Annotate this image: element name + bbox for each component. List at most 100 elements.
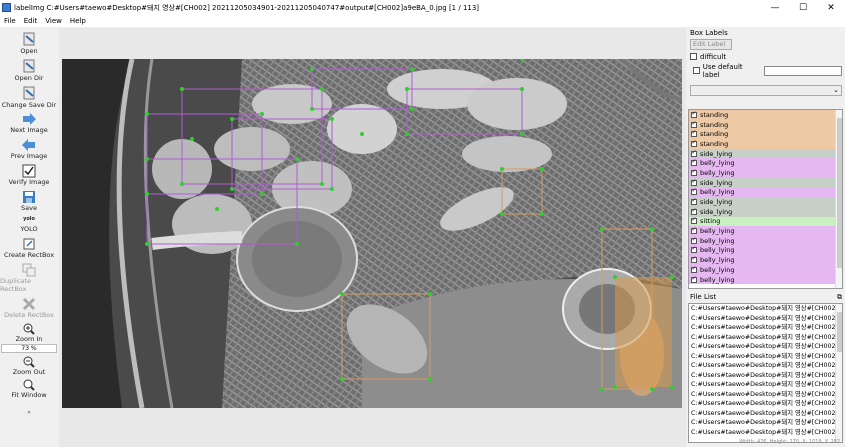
- label-visible-checkbox[interactable]: [691, 110, 697, 118]
- file-list-item[interactable]: C:#Users#taewo#Desktop#돼지 영상#[CH002]: [689, 409, 842, 419]
- arrow-right-icon: [23, 113, 36, 125]
- maximize-button[interactable]: ☐: [789, 0, 817, 15]
- zoom-in-button[interactable]: Zoom In: [0, 323, 58, 343]
- menu-file[interactable]: File: [0, 17, 20, 25]
- label-visible-checkbox[interactable]: [691, 178, 697, 186]
- prev-image-button[interactable]: Prev Image: [0, 138, 58, 160]
- label-item[interactable]: side_lying: [689, 207, 842, 217]
- close-button[interactable]: ✕: [817, 0, 845, 15]
- create-rectbox-button[interactable]: Create RectBox: [0, 237, 58, 259]
- annotated-image[interactable]: [62, 59, 682, 408]
- label-item[interactable]: belly_lying: [689, 236, 842, 246]
- file-list-item[interactable]: C:#Users#taewo#Desktop#돼지 영상#[CH002]: [689, 314, 842, 324]
- image-canvas[interactable]: [59, 28, 686, 447]
- file-list-item[interactable]: C:#Users#taewo#Desktop#돼지 영상#[CH002]: [689, 342, 842, 352]
- minimize-button[interactable]: —: [761, 0, 789, 15]
- label-visible-checkbox[interactable]: [691, 245, 697, 254]
- label-item[interactable]: belly_lying: [689, 226, 842, 236]
- label-visible-checkbox[interactable]: [691, 139, 697, 147]
- open-dir-button[interactable]: Open Dir: [0, 58, 58, 82]
- delete-rectbox-label: Delete RectBox: [4, 311, 54, 319]
- label-item[interactable]: belly_lying: [689, 265, 842, 275]
- verify-image-button[interactable]: Verify Image: [0, 164, 58, 186]
- difficult-checkbox-row[interactable]: difficult: [687, 51, 845, 62]
- menu-edit[interactable]: Edit: [20, 17, 42, 25]
- label-list[interactable]: standingstandingstandingstandingside_lyi…: [688, 109, 843, 289]
- label-visible-checkbox[interactable]: [691, 275, 697, 283]
- file-list-item[interactable]: C:#Users#taewo#Desktop#돼지 영상#[CH002]: [689, 323, 842, 333]
- file-list-item[interactable]: C:#Users#taewo#Desktop#돼지 영상#[CH002]: [689, 352, 842, 362]
- label-list-scrollbar[interactable]: [835, 110, 842, 288]
- label-visible-checkbox[interactable]: [691, 216, 697, 225]
- edit-label-button[interactable]: Edit Label: [690, 39, 732, 50]
- label-item[interactable]: side_lying: [689, 149, 842, 159]
- label-item-text: side_lying: [700, 178, 733, 187]
- label-item[interactable]: belly_lying: [689, 168, 842, 178]
- right-panel: Box Labels Edit Label difficult Use defa…: [687, 28, 845, 447]
- label-visible-checkbox[interactable]: [691, 187, 697, 196]
- file-list-item[interactable]: C:#Users#taewo#Desktop#돼지 영상#[CH002]: [689, 371, 842, 381]
- label-visible-checkbox[interactable]: [691, 265, 697, 273]
- float-icon[interactable]: ⧉: [837, 293, 842, 301]
- label-item[interactable]: belly_lying: [689, 255, 842, 265]
- window-title: labelImg C:#Users#taewo#Desktop#돼지 영상#[C…: [14, 3, 480, 12]
- label-visible-checkbox[interactable]: [691, 120, 697, 128]
- label-visible-checkbox[interactable]: [691, 168, 697, 176]
- next-image-button[interactable]: Next Image: [0, 112, 58, 134]
- label-visible-checkbox[interactable]: [691, 255, 697, 264]
- scrollbar-thumb[interactable]: [837, 312, 842, 352]
- zoom-value-field[interactable]: 73 %: [1, 344, 57, 353]
- label-visible-checkbox[interactable]: [691, 129, 697, 138]
- label-item-text: standing: [700, 130, 729, 139]
- use-default-label-checkbox[interactable]: [693, 67, 700, 74]
- label-visible-checkbox[interactable]: [691, 149, 697, 157]
- fit-window-label: Fit Window: [11, 391, 47, 399]
- label-item[interactable]: standing: [689, 110, 842, 120]
- file-list-item[interactable]: C:#Users#taewo#Desktop#돼지 영상#[CH002]: [689, 390, 842, 400]
- file-list-item[interactable]: C:#Users#taewo#Desktop#돼지 영상#[CH002]: [689, 428, 842, 438]
- scrollbar-thumb[interactable]: [837, 118, 842, 268]
- file-list-item[interactable]: C:#Users#taewo#Desktop#돼지 영상#[CH002]: [689, 399, 842, 409]
- difficult-checkbox[interactable]: [690, 53, 697, 60]
- menu-view[interactable]: View: [41, 17, 66, 25]
- label-visible-checkbox[interactable]: [691, 197, 697, 206]
- label-item[interactable]: belly_lying: [689, 245, 842, 256]
- format-button[interactable]: yolo YOLO: [0, 216, 58, 233]
- change-save-dir-label: Change Save Dir: [1, 101, 57, 109]
- label-item[interactable]: side_lying: [689, 178, 842, 188]
- label-visible-checkbox[interactable]: [691, 207, 697, 215]
- label-item[interactable]: belly_lying: [689, 275, 842, 285]
- label-visible-checkbox[interactable]: [691, 236, 697, 244]
- file-list-scrollbar[interactable]: [835, 304, 842, 442]
- label-combobox[interactable]: ⌄: [690, 85, 842, 96]
- default-label-input[interactable]: [763, 65, 842, 76]
- file-list-item[interactable]: C:#Users#taewo#Desktop#돼지 영상#[CH002]: [689, 380, 842, 390]
- duplicate-rectbox-label: Duplicate RectBox: [0, 277, 31, 293]
- menu-help[interactable]: Help: [66, 17, 90, 25]
- label-item[interactable]: sitting: [689, 216, 842, 227]
- fit-window-button[interactable]: Fit Window: [0, 379, 58, 399]
- label-item[interactable]: standing: [689, 139, 842, 149]
- file-list[interactable]: C:#Users#taewo#Desktop#돼지 영상#[CH002] C:#U…: [688, 303, 843, 443]
- label-item[interactable]: side_lying: [689, 197, 842, 207]
- file-list-item[interactable]: C:#Users#taewo#Desktop#돼지 영상#[CH002]: [689, 333, 842, 343]
- delete-rectbox-button[interactable]: Delete RectBox: [0, 297, 58, 319]
- zoom-out-button[interactable]: Zoom Out: [0, 356, 58, 376]
- change-save-dir-button[interactable]: Change Save Dir: [0, 85, 58, 109]
- file-list-title: File List: [690, 293, 717, 301]
- label-item-text: standing: [700, 139, 729, 148]
- label-item[interactable]: standing: [689, 129, 842, 140]
- file-list-item[interactable]: C:#Users#taewo#Desktop#돼지 영상#[CH002]: [689, 361, 842, 371]
- label-visible-checkbox[interactable]: [691, 158, 697, 167]
- file-list-item[interactable]: C:#Users#taewo#Desktop#돼지 영상#[CH002]: [689, 304, 842, 314]
- duplicate-rectbox-button[interactable]: Duplicate RectBox: [0, 263, 58, 293]
- file-list-item[interactable]: C:#Users#taewo#Desktop#돼지 영상#[CH002]: [689, 418, 842, 428]
- open-button[interactable]: Open: [0, 31, 58, 55]
- label-item[interactable]: belly_lying: [689, 187, 842, 198]
- label-item[interactable]: standing: [689, 120, 842, 130]
- label-item[interactable]: belly_lying: [689, 158, 842, 169]
- label-item-text: belly_lying: [700, 275, 735, 284]
- label-visible-checkbox[interactable]: [691, 226, 697, 235]
- save-button[interactable]: Save: [0, 190, 58, 212]
- chevron-down-icon[interactable]: »: [27, 409, 31, 416]
